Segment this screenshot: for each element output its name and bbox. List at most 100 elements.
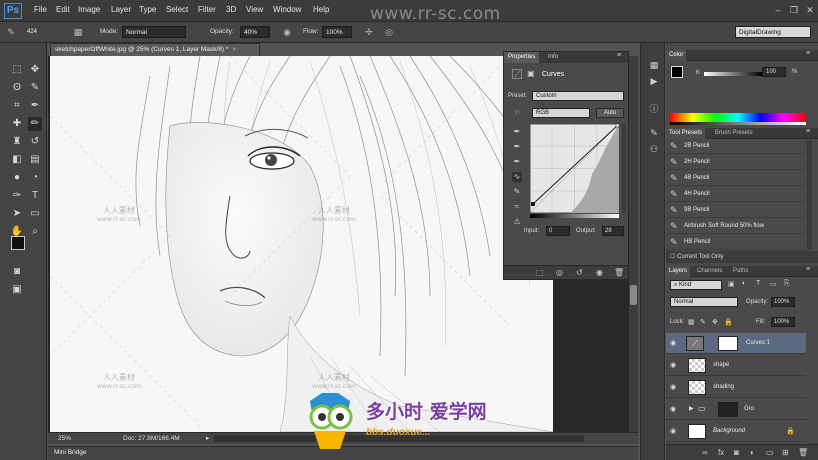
lock-transparency-icon[interactable]: ▦ <box>688 318 695 326</box>
blend-mode-select[interactable]: Normal <box>670 297 738 307</box>
menu-edit[interactable]: Edit <box>56 5 70 14</box>
color-spectrum-bar[interactable] <box>670 113 806 122</box>
visibility-icon[interactable]: ◉ <box>596 268 603 277</box>
channel-select[interactable]: RGB <box>532 108 590 118</box>
menu-image[interactable]: Image <box>78 5 100 14</box>
new-layer-icon[interactable]: ⊞ <box>782 448 789 457</box>
preset-select[interactable]: Custom <box>532 91 624 101</box>
restore-icon[interactable]: ❐ <box>789 5 799 15</box>
filter-kind-select[interactable]: ⌕ Kind <box>670 280 722 290</box>
menu-filter[interactable]: Filter <box>198 5 216 14</box>
move-tool-icon[interactable]: ✥ <box>28 63 42 77</box>
opacity-field[interactable]: 40% <box>240 26 270 38</box>
shape-tool-icon[interactable]: ▭ <box>28 207 42 221</box>
status-menu-arrow-icon[interactable]: ▸ <box>206 434 209 442</box>
minimize-icon[interactable]: – <box>773 5 783 15</box>
tab-brush-presets[interactable]: Brush Presets <box>712 128 756 139</box>
grayscale-ramp[interactable] <box>670 122 806 125</box>
preset-item[interactable]: ✎ 2H Pencil <box>666 155 806 170</box>
delete-layer-icon[interactable]: 🗑 <box>798 448 808 457</box>
curves-graph[interactable] <box>530 124 619 213</box>
menu-type[interactable]: Type <box>139 5 156 14</box>
input-field[interactable]: 0 <box>546 226 570 236</box>
layer-mask-thumb[interactable] <box>718 336 738 351</box>
layer-row-shape[interactable]: ◉ shape <box>666 355 806 376</box>
history-icon[interactable]: ▦ <box>648 59 660 71</box>
group-mask-thumb[interactable] <box>718 402 738 417</box>
new-group-icon[interactable]: ▭ <box>766 448 774 457</box>
document-tab[interactable]: sketchpaperOffWhite.jpg @ 25% (Curves 1,… <box>50 43 260 56</box>
view-previous-icon[interactable]: ◎ <box>556 268 563 277</box>
foreground-color-swatch[interactable] <box>11 236 25 250</box>
pencil-curve-icon[interactable]: ✎ <box>512 187 522 197</box>
eye-icon[interactable]: ◉ <box>670 339 676 347</box>
filter-shape-icon[interactable]: ▭ <box>770 280 777 288</box>
tab-layers[interactable]: Layers <box>666 266 691 277</box>
dodge-tool-icon[interactable]: ◔ <box>28 171 42 185</box>
pressure-opacity-icon[interactable]: ◉ <box>281 26 293 38</box>
pen-tool-icon[interactable]: ✑ <box>10 189 24 203</box>
close-icon[interactable]: ✕ <box>805 5 815 15</box>
layer-style-icon[interactable]: fx <box>718 448 724 457</box>
lock-pixels-icon[interactable]: ✎ <box>700 318 706 326</box>
quick-mask-icon[interactable]: ◙ <box>10 265 24 279</box>
properties-scrollbar[interactable] <box>622 124 626 213</box>
tab-tool-presets[interactable]: Tool Presets <box>666 128 706 139</box>
type-tool-icon[interactable]: T <box>28 189 42 203</box>
menu-help[interactable]: Help <box>313 5 329 14</box>
menu-3d[interactable]: 3D <box>226 5 236 14</box>
eye-icon[interactable]: ◉ <box>670 361 676 369</box>
zoom-tool-icon[interactable]: ⌕ <box>28 225 42 239</box>
presets-menu-icon[interactable]: ≡ <box>806 128 810 135</box>
tab-info[interactable]: Info <box>544 52 562 63</box>
preset-item[interactable]: ✎ 4B Pencil <box>666 171 806 186</box>
mask-icon[interactable]: ▣ <box>526 69 536 79</box>
trash-icon[interactable]: 🗑 <box>614 268 624 277</box>
clip-to-layer-icon[interactable]: ⬚ <box>536 268 544 277</box>
preset-item[interactable]: ✎ 9B Pencil <box>666 203 806 218</box>
eye-icon[interactable]: ◉ <box>670 427 676 435</box>
preset-item[interactable]: ✎ Airbrush Soft Round 50% flow <box>666 219 806 234</box>
clone-source-icon[interactable]: ⚇ <box>648 143 660 155</box>
info-icon[interactable]: ⓘ <box>648 103 660 115</box>
crop-tool-icon[interactable]: ⌗ <box>10 99 24 113</box>
preset-item[interactable]: ✎ HB Pencil <box>666 235 806 250</box>
preset-item[interactable]: ✎ 4H Pencil <box>666 187 806 202</box>
reset-icon[interactable]: ↺ <box>576 268 583 277</box>
k-field[interactable]: 100 <box>762 67 786 77</box>
current-tool-only-row[interactable]: ☐ Current Tool Only <box>666 251 818 263</box>
lasso-tool-icon[interactable]: ʘ <box>10 81 24 95</box>
tab-properties[interactable]: Properties <box>504 52 540 63</box>
brush-tool-icon[interactable]: ✎ <box>5 26 17 38</box>
actions-icon[interactable]: ▶ <box>648 75 660 87</box>
close-tab-icon[interactable]: × <box>232 46 236 53</box>
tab-channels[interactable]: Channels <box>694 266 725 277</box>
tab-paths[interactable]: Paths <box>730 266 751 277</box>
filter-pixel-icon[interactable]: ▣ <box>728 280 735 288</box>
menu-layer[interactable]: Layer <box>111 5 131 14</box>
add-mask-icon[interactable]: ◙ <box>734 448 739 457</box>
panel-menu-icon[interactable]: ≡ <box>617 52 621 59</box>
menu-select[interactable]: Select <box>166 5 188 14</box>
canvas-sketch-portrait[interactable]: 人人素材 www.rr-sc.com 人人素材 www.rr-sc.com 人人素材… <box>50 56 553 432</box>
vertical-scrollbar[interactable] <box>629 56 638 432</box>
curve-point-tool-icon[interactable]: ∿ <box>512 172 522 182</box>
layers-menu-icon[interactable]: ≡ <box>806 266 810 273</box>
white-point-eyedropper-icon[interactable]: ✒ <box>512 157 522 167</box>
checkbox-icon[interactable]: ☐ <box>670 254 675 260</box>
menu-view[interactable]: View <box>246 5 263 14</box>
eye-icon[interactable]: ◉ <box>670 405 676 413</box>
filter-type-icon[interactable]: T <box>756 280 760 287</box>
path-select-icon[interactable]: ➤ <box>10 207 24 221</box>
eraser-tool-icon[interactable]: ◧ <box>10 153 24 167</box>
layer-row-shading[interactable]: ◉ shading <box>666 377 806 398</box>
menu-window[interactable]: Window <box>273 5 301 14</box>
layer-row-background[interactable]: ◉ Background 🔒 <box>666 421 806 442</box>
vertical-scroll-thumb[interactable] <box>630 285 637 305</box>
brush-size-picker[interactable]: 424 <box>22 26 42 38</box>
color-panel-menu-icon[interactable]: ≡ <box>806 50 810 57</box>
clipping-warning-icon[interactable]: ⚠ <box>512 217 522 227</box>
link-layers-icon[interactable]: ∞ <box>702 448 708 457</box>
auto-button[interactable]: Auto <box>596 108 624 118</box>
lock-all-icon[interactable]: 🔒 <box>724 318 733 326</box>
